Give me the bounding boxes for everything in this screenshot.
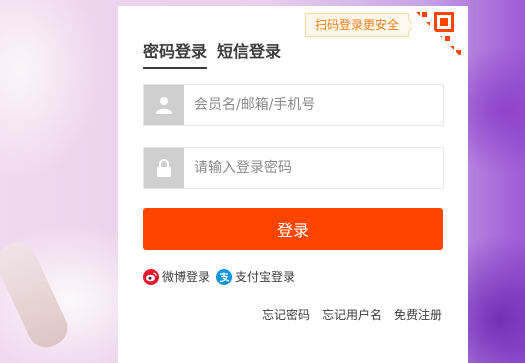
qr-login-tip: 扫码登录更安全 bbox=[305, 13, 410, 37]
alipay-login-link[interactable]: 支付宝登录 bbox=[216, 268, 295, 285]
tab-sms-login[interactable]: 短信登录 bbox=[217, 38, 281, 69]
alternative-login: 微博登录 支付宝登录 bbox=[143, 268, 295, 285]
login-button[interactable]: 登录 bbox=[143, 208, 443, 250]
lock-icon bbox=[144, 148, 184, 188]
qr-code-icon[interactable] bbox=[412, 8, 464, 60]
register-link[interactable]: 免费注册 bbox=[394, 306, 442, 323]
tab-password-login[interactable]: 密码登录 bbox=[143, 38, 208, 69]
password-field bbox=[143, 147, 444, 189]
login-tabs: 密码登录 短信登录 bbox=[143, 38, 281, 69]
username-input[interactable] bbox=[184, 85, 443, 125]
password-input[interactable] bbox=[184, 148, 443, 188]
username-field bbox=[143, 84, 444, 126]
weibo-login-label: 微博登录 bbox=[162, 270, 211, 284]
login-panel: 扫码登录更安全 密码登录 短信登录 会员名/邮箱/手机号 登录 微博登录 支付宝… bbox=[118, 6, 468, 363]
weibo-icon bbox=[143, 268, 159, 285]
alipay-icon bbox=[216, 268, 233, 285]
user-icon bbox=[144, 85, 184, 125]
account-links: 忘记密码 忘记用户名 免费注册 bbox=[262, 306, 442, 323]
forgot-username-link[interactable]: 忘记用户名 bbox=[322, 306, 382, 323]
forgot-password-link[interactable]: 忘记密码 bbox=[262, 306, 310, 323]
alipay-login-label: 支付宝登录 bbox=[235, 270, 296, 284]
weibo-login-link[interactable]: 微博登录 bbox=[143, 268, 210, 285]
